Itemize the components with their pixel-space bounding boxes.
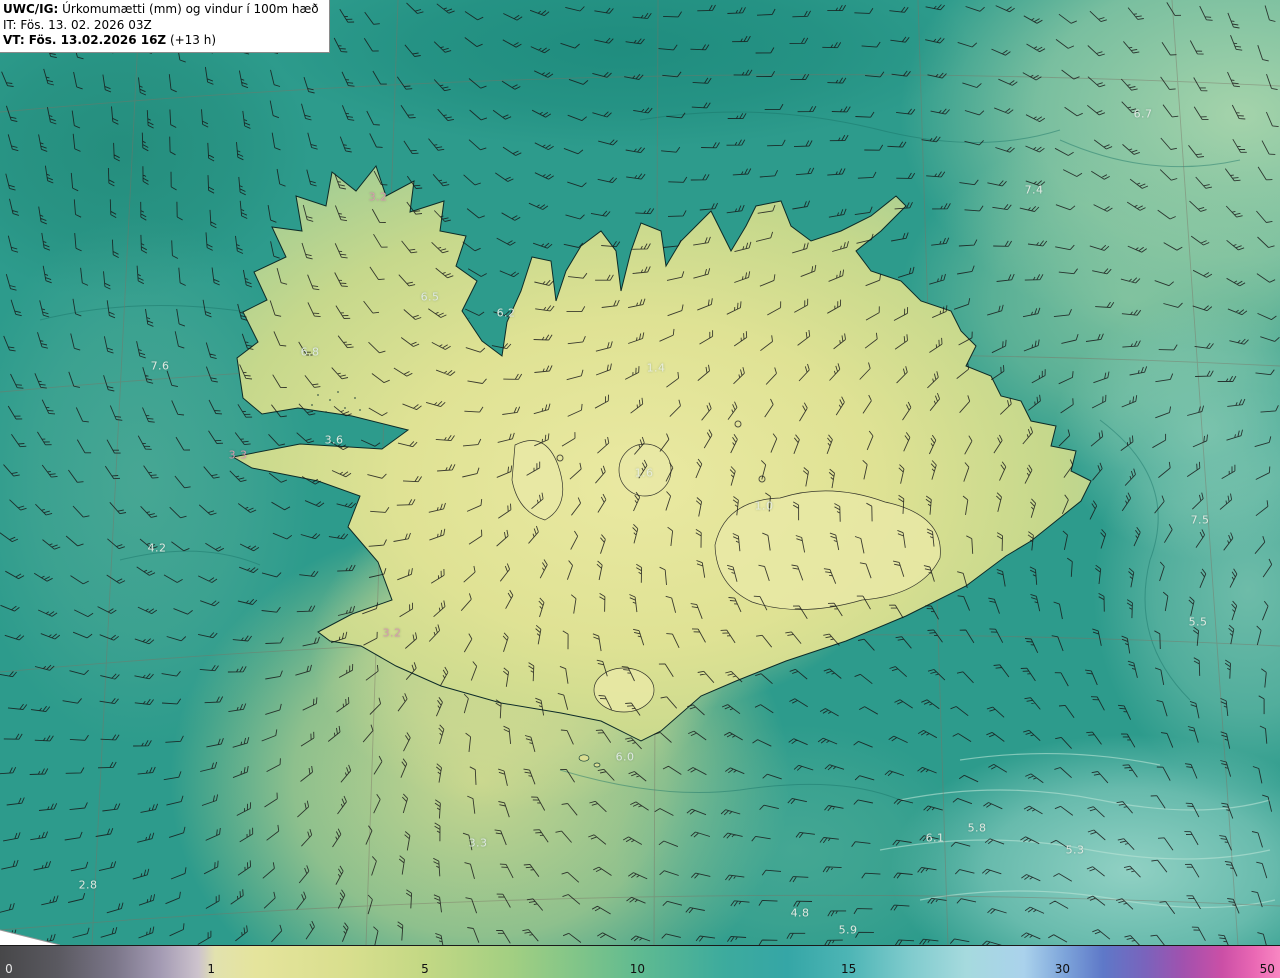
valid-time-line: VT: Fös. 13.02.2026 16Z (+13 h): [3, 33, 319, 49]
colorbar-tick-label: 15: [840, 962, 857, 976]
colorbar-tick-label: 1: [207, 962, 216, 976]
colorbar-wrap: 0 1 5 10 15 30 50: [0, 945, 1280, 978]
map-title: Úrkomumætti (mm) og vindur í 100m hæð: [58, 2, 319, 16]
valid-time: VT: Fös. 13.02.2026 16Z: [3, 33, 167, 47]
map-title-box: UWC/IG: Úrkomumætti (mm) og vindur í 100…: [0, 0, 330, 53]
colorbar-tick-label: 5: [421, 962, 429, 976]
colorbar-tick-label: 10: [629, 962, 646, 976]
map-svg: [0, 0, 1280, 945]
colorbar-tick-label: 0: [5, 962, 13, 976]
colorbar-tick-label: 50: [1259, 962, 1275, 976]
init-time: IT: Fös. 13. 02. 2026 03Z: [3, 17, 152, 32]
map-canvas: 6.7 7.4 3.2 6.5 6.2 6.8 7.6 1.4 3.6 3.3 1.6 1.0 7.5 4…: [0, 0, 1280, 945]
weather-map-screen: 6.7 7.4 3.2 6.5 6.2 6.8 7.6 1.4 3.6 3.3 1.6 1.0 7.5 4…: [0, 0, 1280, 978]
colorbar-tick-label: 30: [1054, 962, 1071, 976]
model-id: UWC/IG:: [3, 2, 59, 16]
map-title-line: UWC/IG: Úrkomumætti (mm) og vindur í 100…: [3, 2, 319, 18]
lead-time: (+13 h): [166, 33, 217, 47]
